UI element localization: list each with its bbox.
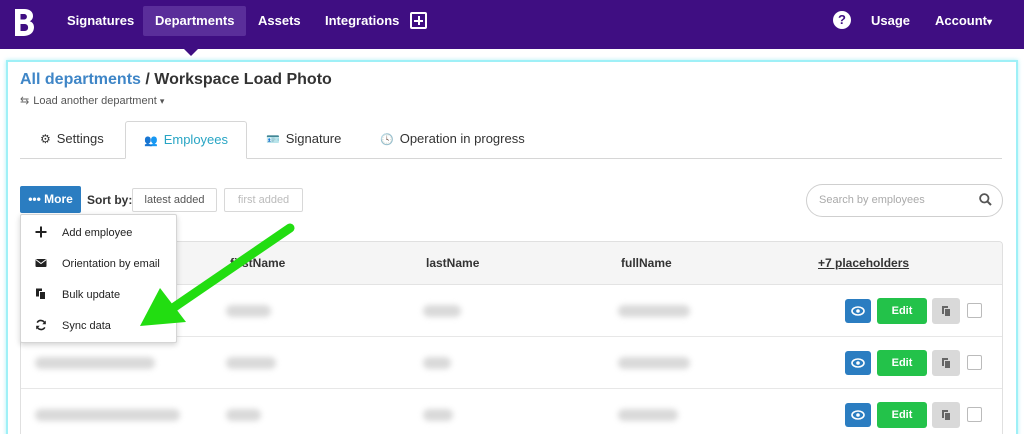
blurred-cell [423,409,453,421]
nav-departments[interactable]: Departments [143,6,247,36]
row-select-checkbox[interactable] [967,407,982,422]
breadcrumb-separator: / [145,71,150,88]
load-another-department[interactable]: ⇆ Load another department ▾ [20,94,164,107]
sort-latest-added-button[interactable]: latest added [132,188,217,212]
preview-button[interactable] [845,299,871,323]
copy-icon [942,306,951,317]
preview-button[interactable] [845,351,871,375]
load-another-label: Load another department [33,95,157,107]
nav-assets[interactable]: Assets [246,6,313,36]
users-icon: 👥 [144,135,158,147]
brand-logo[interactable] [12,7,36,39]
blurred-cell [618,409,678,421]
tab-operation-in-progress[interactable]: 🕓 Operation in progress [362,121,543,159]
row-select-checkbox[interactable] [967,303,982,318]
sort-first-added-button[interactable]: first added [224,188,303,212]
search-placeholder: Search by employees [819,194,925,206]
help-icon[interactable]: ? [833,11,851,29]
duplicate-button[interactable] [932,298,960,324]
tab-signature-label: Signature [285,131,342,146]
table-row: Edit [21,389,1002,434]
sort-by-label: Sort by: [87,193,133,207]
nav-integrations[interactable]: Integrations [313,6,411,36]
blurred-cell [423,305,461,317]
gear-icon: ⚙ [40,132,51,146]
blurred-cell [618,357,690,369]
tab-settings-label: Settings [56,131,104,146]
nav-account[interactable]: Account▾ [923,6,1004,36]
blurred-cell [618,305,690,317]
plus-icon [35,226,47,238]
blurred-cell [35,357,155,369]
duplicate-button[interactable] [932,350,960,376]
tab-employees[interactable]: 👥 Employees [125,121,248,159]
copy-icon [942,358,951,369]
envelope-icon [35,259,47,267]
swap-icon: ⇆ [20,95,30,107]
tab-settings[interactable]: ⚙ Settings [22,121,122,159]
row-select-checkbox[interactable] [967,355,982,370]
tab-operation-label: Operation in progress [399,131,525,146]
top-navbar: Signatures Departments Assets Integratio… [0,0,1024,49]
edit-button[interactable]: Edit [877,402,927,428]
menu-item-label: Sync data [62,320,111,332]
chevron-down-icon: ▾ [159,96,165,106]
search-input[interactable]: Search by employees [806,184,1003,217]
menu-item-label: Add employee [62,227,133,239]
add-integration-icon[interactable] [410,12,427,29]
search-icon [979,193,992,206]
page-title: Workspace Load Photo [154,71,332,88]
annotation-arrow [140,223,295,326]
blurred-cell [35,409,180,421]
more-button[interactable]: ••• More [20,186,81,213]
eye-icon [851,306,865,316]
blurred-cell [226,409,261,421]
tab-signature[interactable]: 🪪 Signature [248,121,359,159]
chevron-down-icon: ▾ [987,17,993,28]
edit-button[interactable]: Edit [877,350,927,376]
column-header-fullname[interactable]: fullName [621,256,672,270]
active-nav-pointer [183,48,199,56]
blurred-cell [226,357,276,369]
clock-icon: 🕓 [380,134,394,146]
sync-icon [36,319,46,331]
menu-item-label: Bulk update [62,289,121,301]
preview-button[interactable] [845,403,871,427]
id-card-icon: 🪪 [266,134,280,146]
table-row: Edit [21,337,1002,389]
edit-button[interactable]: Edit [877,298,927,324]
breadcrumb-all-departments[interactable]: All departments [20,71,141,88]
nav-account-label: Account [935,13,987,28]
blurred-cell [423,357,451,369]
eye-icon [851,358,865,368]
more-placeholders-link[interactable]: +7 placeholders [818,256,909,270]
duplicate-button[interactable] [932,402,960,428]
column-header-lastname[interactable]: lastName [426,256,479,270]
breadcrumb: All departments / Workspace Load Photo [20,71,332,89]
nav-signatures[interactable]: Signatures [55,6,146,36]
nav-usage[interactable]: Usage [859,6,922,36]
eye-icon [851,410,865,420]
copy-icon [942,410,951,421]
tab-employees-label: Employees [163,132,229,147]
copy-icon [36,288,46,300]
